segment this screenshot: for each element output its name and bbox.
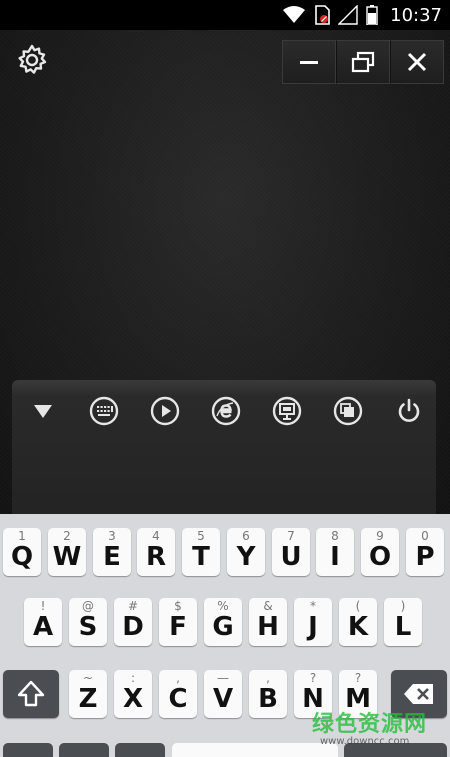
media-play-button[interactable] bbox=[148, 394, 182, 428]
signal-icon bbox=[338, 5, 358, 25]
close-button[interactable] bbox=[390, 40, 444, 84]
key-f[interactable]: $ F bbox=[159, 598, 197, 646]
battery-icon bbox=[366, 5, 378, 25]
key-l[interactable]: ) L bbox=[384, 598, 422, 646]
presentation-button[interactable] bbox=[270, 394, 304, 428]
keyboard-row-2: ! A @ S # D $ F % G & H * J (K ) L bbox=[0, 598, 450, 653]
toolbar-row bbox=[26, 394, 426, 428]
collapse-button[interactable] bbox=[26, 394, 60, 428]
sim-blocked-icon bbox=[315, 5, 330, 25]
key-s[interactable]: @ S bbox=[69, 598, 107, 646]
window-controls bbox=[282, 40, 444, 84]
key-b[interactable]: ,B bbox=[249, 670, 287, 718]
key-h[interactable]: & H bbox=[249, 598, 287, 646]
key-k[interactable]: (K bbox=[339, 598, 377, 646]
key-z[interactable]: ~ Z bbox=[69, 670, 107, 718]
gear-icon bbox=[18, 44, 47, 74]
remote-toolbar bbox=[12, 380, 436, 520]
minimize-button[interactable] bbox=[282, 40, 336, 84]
key-x[interactable]: :X bbox=[114, 670, 152, 718]
key-w[interactable]: 2W bbox=[48, 528, 86, 576]
keyboard-row-1: 1Q 2W 3E 4R 5T 6Y 7U 8I 9O 0P bbox=[0, 528, 450, 583]
collapse-triangle-icon bbox=[34, 405, 52, 418]
status-icons: 10:37 bbox=[282, 4, 442, 26]
browser-icon bbox=[211, 396, 241, 426]
key-o[interactable]: 9O bbox=[361, 528, 399, 576]
restore-icon bbox=[351, 51, 375, 73]
key-c[interactable]: ,C bbox=[159, 670, 197, 718]
shift-icon bbox=[17, 680, 45, 707]
window-switch-button[interactable] bbox=[331, 394, 365, 428]
key-t[interactable]: 5T bbox=[182, 528, 220, 576]
shift-key[interactable] bbox=[3, 670, 59, 718]
power-icon bbox=[398, 398, 420, 422]
browser-button[interactable] bbox=[209, 394, 243, 428]
key-e[interactable]: 3E bbox=[93, 528, 131, 576]
keyboard-button[interactable] bbox=[87, 394, 121, 428]
keyboard-icon bbox=[89, 396, 119, 426]
key-y[interactable]: 6Y bbox=[227, 528, 265, 576]
minimize-icon bbox=[300, 61, 318, 64]
bottom-key-1[interactable] bbox=[3, 743, 53, 757]
settings-button[interactable] bbox=[14, 42, 50, 78]
key-i[interactable]: 8I bbox=[316, 528, 354, 576]
backspace-icon bbox=[404, 684, 433, 704]
key-a[interactable]: ! A bbox=[24, 598, 62, 646]
power-button[interactable] bbox=[392, 394, 426, 428]
watermark: 绿色资源网 www.downcc.com bbox=[312, 706, 427, 747]
bottom-key-2[interactable] bbox=[59, 743, 109, 757]
presentation-icon bbox=[272, 396, 302, 426]
key-g[interactable]: % G bbox=[204, 598, 242, 646]
wifi-icon bbox=[283, 6, 306, 23]
watermark-title: 绿色资源网 bbox=[312, 712, 428, 737]
key-d[interactable]: # D bbox=[114, 598, 152, 646]
bottom-key-3[interactable] bbox=[115, 743, 165, 757]
key-q[interactable]: 1Q bbox=[3, 528, 41, 576]
status-bar: 10:37 bbox=[0, 0, 450, 30]
play-icon bbox=[150, 396, 180, 426]
key-p[interactable]: 0P bbox=[406, 528, 444, 576]
key-j[interactable]: * J bbox=[294, 598, 332, 646]
restore-button[interactable] bbox=[336, 40, 390, 84]
key-u[interactable]: 7U bbox=[272, 528, 310, 576]
key-v[interactable]: — V bbox=[204, 670, 242, 718]
status-time: 10:37 bbox=[390, 4, 442, 26]
key-r[interactable]: 4R bbox=[137, 528, 175, 576]
window-switch-icon bbox=[333, 396, 363, 426]
close-icon bbox=[407, 52, 427, 72]
